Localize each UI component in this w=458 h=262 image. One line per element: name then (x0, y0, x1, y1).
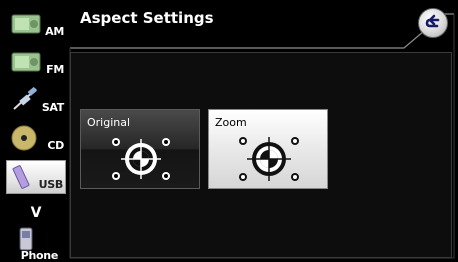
source-phone-label: Phone (20, 249, 59, 262)
source-cd-label: CD (47, 139, 64, 152)
aspect-options-panel: Original Zoom (70, 52, 452, 258)
source-usb-button[interactable]: USB (6, 160, 66, 194)
radio-fm-icon (11, 52, 41, 72)
aspect-zoom-label: Zoom (215, 116, 247, 129)
chevron-down-icon: V (30, 205, 42, 221)
source-sidebar: AM FM SAT CD USB V Phone (6, 6, 66, 262)
back-button[interactable] (418, 8, 448, 38)
back-arrow-icon (425, 14, 440, 28)
aspect-original-label: Original (87, 116, 131, 129)
source-fm-button[interactable]: FM (6, 44, 66, 78)
radio-am-icon (11, 14, 41, 34)
screen: AM FM SAT CD USB V Phone Aspect Settings… (0, 0, 458, 262)
source-sat-label: SAT (41, 101, 64, 114)
aspect-zoom-icon (239, 137, 299, 181)
source-usb-label: USB (38, 178, 64, 191)
disc-icon (11, 125, 37, 151)
header-bar: Aspect Settings (66, 4, 454, 46)
source-phone-button[interactable]: Phone (6, 226, 66, 262)
source-sat-button[interactable]: SAT (6, 82, 66, 116)
source-cd-button[interactable]: CD (6, 120, 66, 154)
aspect-original-button[interactable]: Original (80, 109, 200, 189)
source-fm-label: FM (46, 63, 64, 76)
satellite-icon (13, 86, 37, 110)
more-sources-button[interactable]: V (6, 202, 66, 224)
page-title: Aspect Settings (80, 9, 214, 27)
aspect-zoom-button[interactable]: Zoom (208, 109, 328, 189)
source-am-label: AM (45, 25, 64, 38)
aspect-original-icon (112, 138, 170, 180)
source-am-button[interactable]: AM (6, 6, 66, 40)
